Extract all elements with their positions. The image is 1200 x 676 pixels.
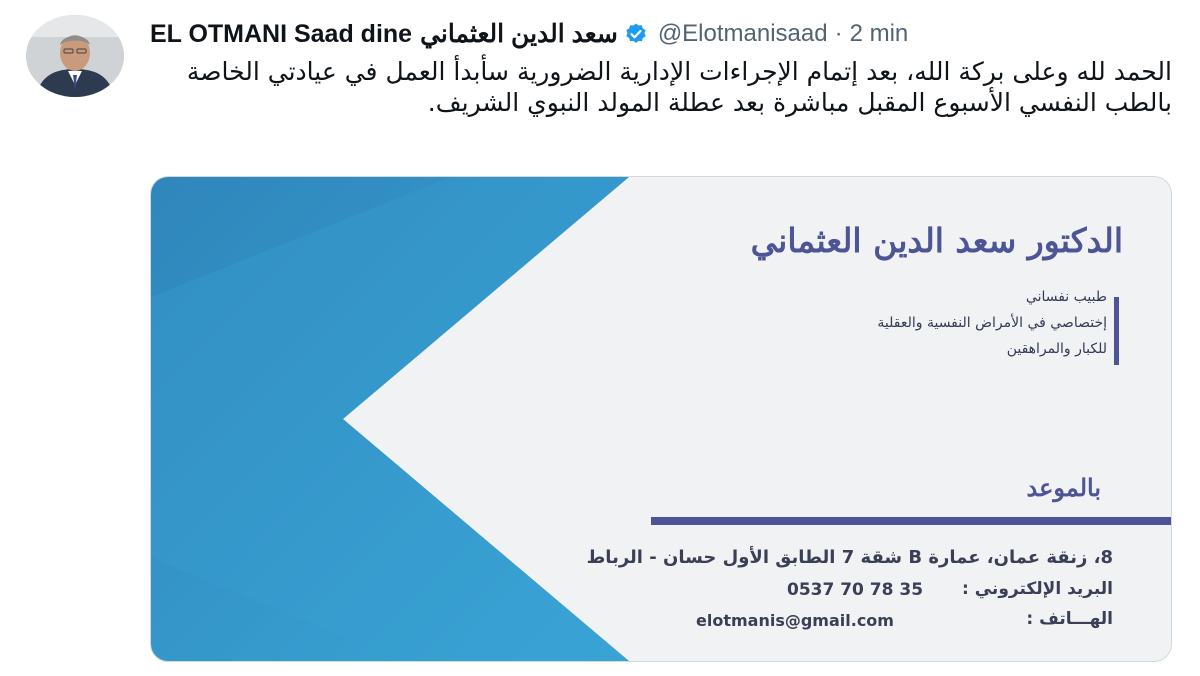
email-label: البريد الإلكتروني :	[962, 579, 1113, 599]
card-divider	[651, 517, 1171, 525]
tweet-text: الحمد لله وعلى بركة الله، بعد إتمام الإج…	[186, 57, 1172, 117]
phone-label: الهـــاتف :	[1026, 609, 1113, 629]
clinic-address: 8، زنقة عمان، عمارة B شقة 7 الطابق الأول…	[586, 547, 1113, 568]
tweet-media-image[interactable]: الدكتور سعد الدين العثماني طبيب نفساني إ…	[150, 176, 1172, 662]
specialty-line-2: إختصاصي في الأمراض النفسية والعقلية	[877, 315, 1107, 331]
doctor-name: الدكتور سعد الدين العثماني	[750, 221, 1123, 260]
specialty-line-3: للكبار والمراهقين	[1006, 341, 1107, 357]
appointment-label: بالموعد	[1026, 473, 1102, 502]
author-name[interactable]: EL OTMANI Saad dine	[150, 20, 412, 49]
header-separator: ·	[834, 20, 843, 47]
verified-badge-icon	[626, 23, 646, 43]
avatar-photo	[26, 15, 124, 97]
tweet-header: EL OTMANI Saad dine سعد الدين العثماني @…	[150, 16, 908, 52]
specialty-divider	[1114, 297, 1119, 365]
tweet-timestamp[interactable]: 2 min	[850, 20, 909, 48]
specialty-line-1: طبيب نفساني	[1025, 289, 1107, 305]
author-handle[interactable]: @Elotmanisaad	[658, 20, 828, 48]
email-address: elotmanis@gmail.com	[696, 611, 894, 630]
author-avatar[interactable]	[26, 15, 124, 97]
author-name-arabic[interactable]: سعد الدين العثماني	[420, 19, 618, 49]
phone-number: 0537 70 78 35	[787, 580, 924, 600]
